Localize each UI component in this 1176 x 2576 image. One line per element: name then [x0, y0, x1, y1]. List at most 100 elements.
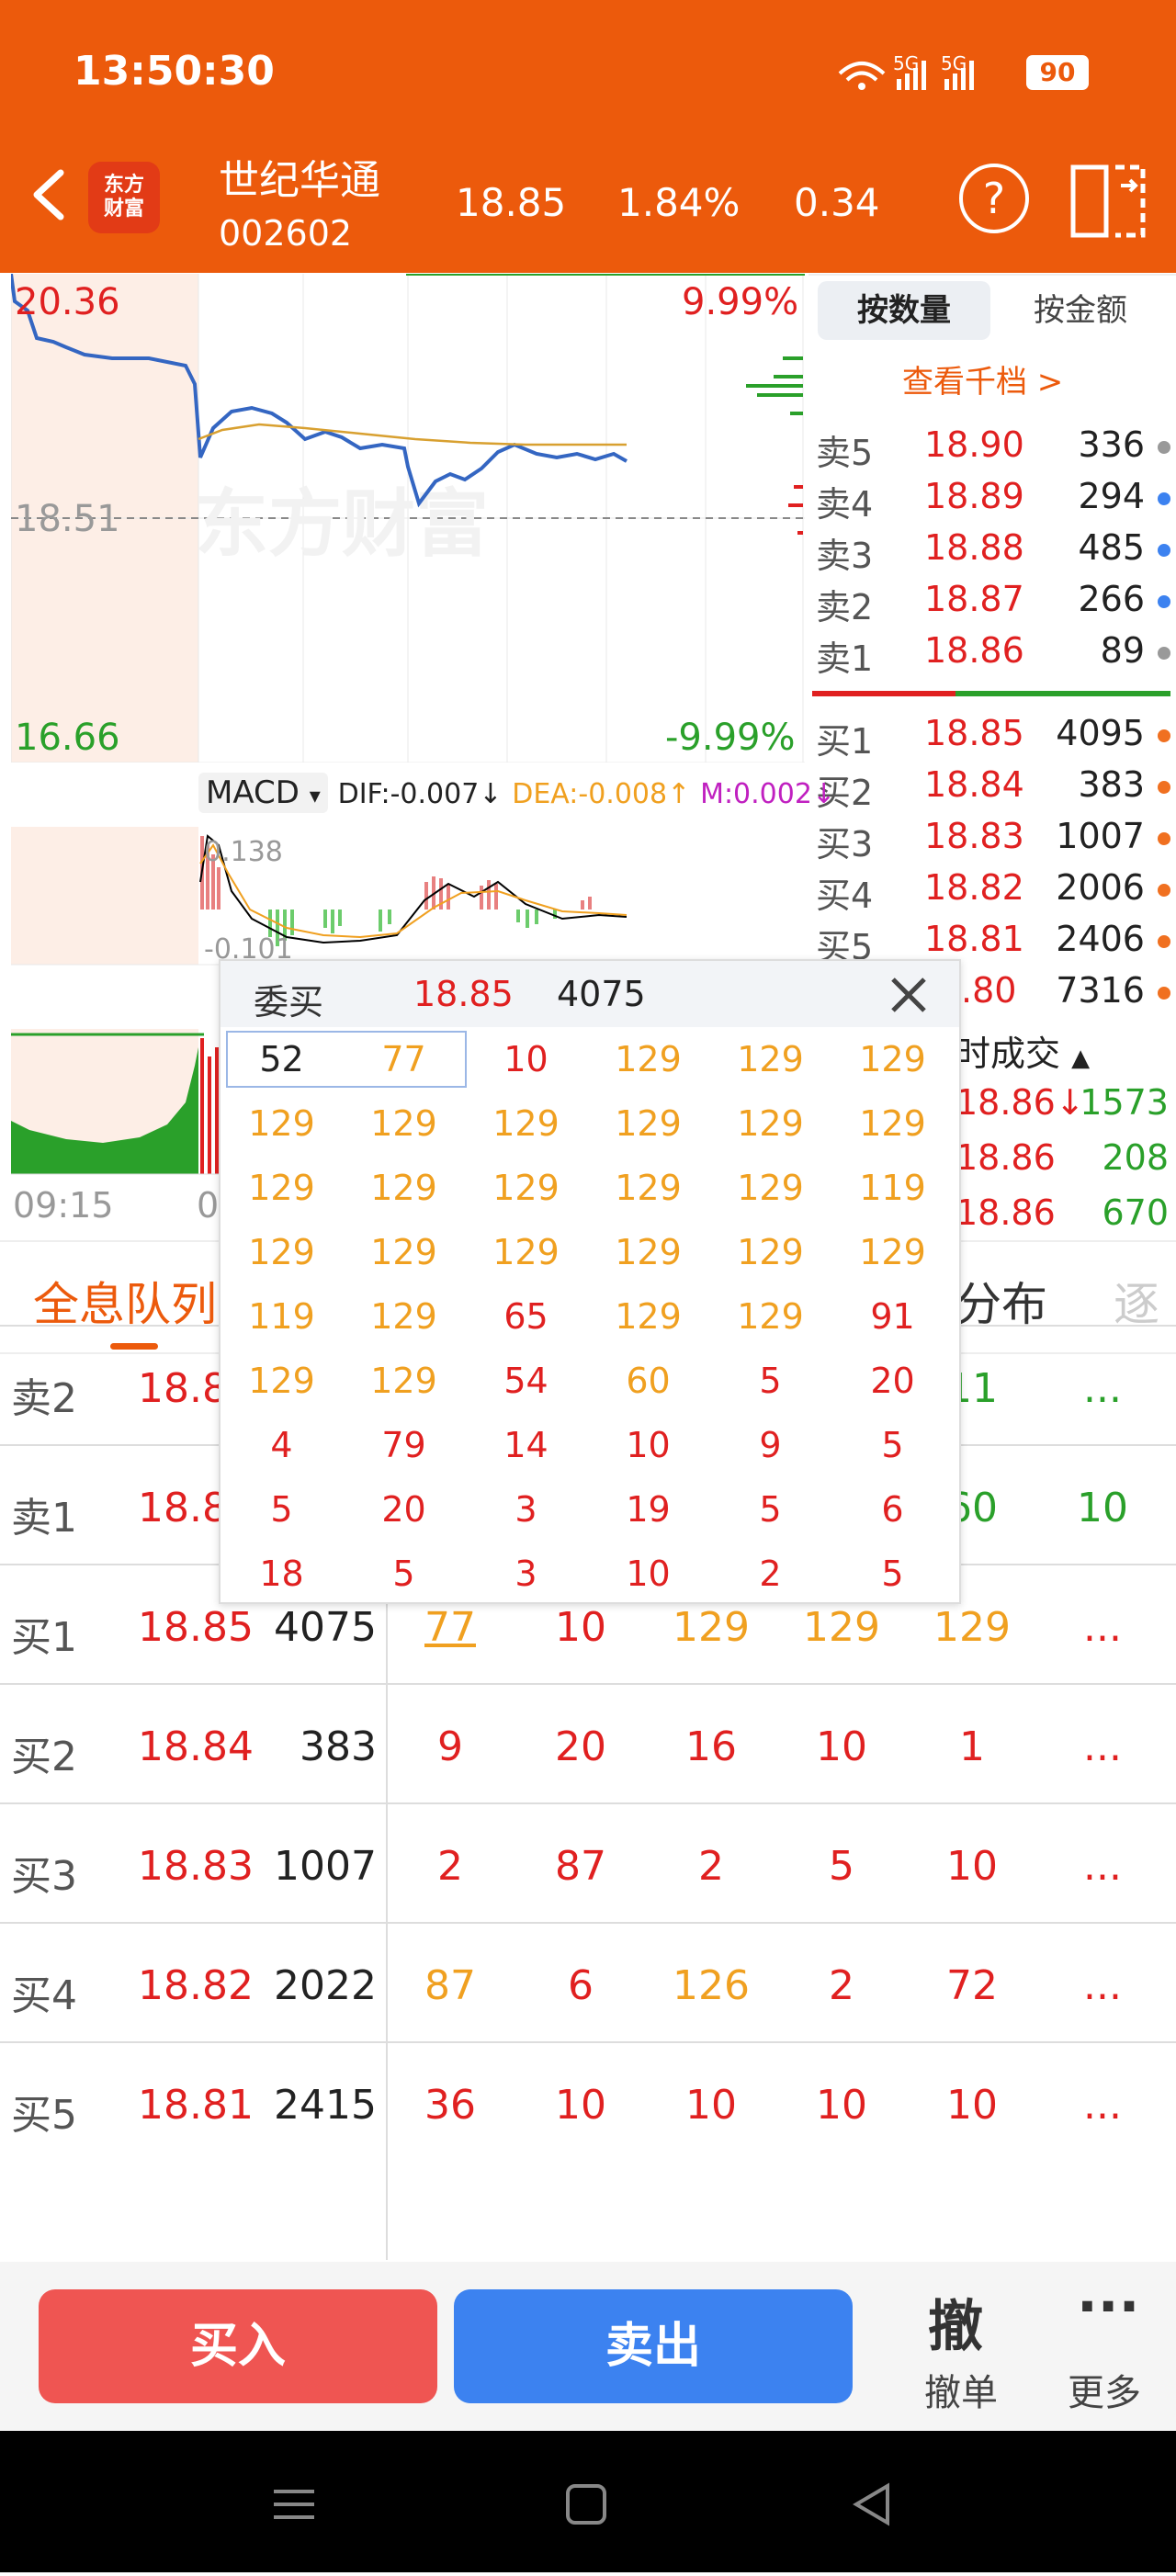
popup-order-cell[interactable]: 20	[343, 1477, 465, 1542]
queue-order-cell[interactable]: 126	[656, 1962, 766, 2009]
queue-order-cell[interactable]: ...	[1047, 1843, 1158, 1890]
popup-order-cell[interactable]: 52	[220, 1027, 343, 1091]
bids-level-2[interactable]: 买2 18.84 383	[816, 764, 1174, 814]
menu-icon[interactable]	[274, 2490, 314, 2519]
popup-order-cell[interactable]: 4	[220, 1413, 343, 1477]
bids-level-3[interactable]: 买3 18.83 1007	[816, 816, 1174, 865]
queue-order-cell[interactable]: ...	[1047, 1962, 1158, 2009]
back-arrow-icon[interactable]	[28, 167, 70, 222]
popup-order-cell[interactable]: 3	[465, 1477, 587, 1542]
asks-level-3[interactable]: 卖3 18.88 485	[816, 527, 1174, 577]
cancel-order-icon[interactable]: 撤	[928, 2282, 983, 2362]
popup-order-cell[interactable]: 9	[709, 1413, 831, 1477]
popup-order-cell[interactable]: 129	[465, 1156, 587, 1220]
asks-level-4[interactable]: 卖2 18.87 266	[816, 579, 1174, 628]
queue-order-cell[interactable]: 10	[656, 2082, 766, 2129]
asks-level-2[interactable]: 卖4 18.89 294	[816, 476, 1174, 525]
queue-order-cell[interactable]: ...	[1047, 1604, 1158, 1651]
queue-order-cell[interactable]: 5	[786, 1843, 897, 1890]
queue-order-cell[interactable]: 87	[395, 1962, 505, 2009]
popup-order-cell[interactable]: 3	[465, 1542, 587, 1606]
popup-order-cell[interactable]: 119	[831, 1156, 954, 1220]
popup-order-cell[interactable]: 5	[220, 1477, 343, 1542]
sell-button[interactable]: 卖出	[454, 2289, 853, 2403]
macd-indicator-bar[interactable]: MACD ▾ DIF:-0.007↓ DEA:-0.008↑ M:0.002↓	[198, 773, 835, 813]
queue-order-cell[interactable]: 36	[395, 2082, 505, 2129]
popup-order-cell[interactable]: 54	[465, 1349, 587, 1413]
more-label[interactable]: 更多	[1068, 2363, 1141, 2416]
cancel-order-label[interactable]: 撤单	[924, 2363, 998, 2416]
queue-order-cell[interactable]: 129	[917, 1604, 1027, 1651]
popup-order-cell[interactable]: 129	[220, 1156, 343, 1220]
popup-order-cell[interactable]: 129	[343, 1349, 465, 1413]
queue-order-cell[interactable]: 2	[786, 1962, 897, 2009]
queue-order-cell[interactable]: 129	[656, 1604, 766, 1651]
popup-order-cell[interactable]: 10	[465, 1027, 587, 1091]
popup-order-cell[interactable]: 60	[587, 1349, 709, 1413]
popup-order-cell[interactable]: 129	[587, 1284, 709, 1349]
help-icon[interactable]: ?	[959, 164, 1029, 233]
queue-order-cell[interactable]: ...	[1047, 1365, 1158, 1412]
queue-row[interactable]: 买3 18.83 1007 2 87 2 5 10...	[0, 1802, 1176, 1922]
queue-order-cell[interactable]: 10	[786, 2082, 897, 2129]
popup-order-cell[interactable]: 5	[343, 1542, 465, 1606]
popup-order-cell[interactable]: 5	[831, 1542, 954, 1606]
popup-order-cell[interactable]: 91	[831, 1284, 954, 1349]
queue-order-cell[interactable]: 9	[395, 1723, 505, 1770]
bids-level-1[interactable]: 买1 18.85 4095	[816, 713, 1174, 763]
popup-order-cell[interactable]: 5	[709, 1349, 831, 1413]
queue-order-cell[interactable]: 16	[656, 1723, 766, 1770]
bid-queue-popup[interactable]: 委买 18.85 4075 52 77 10 129 129 129 129 129 129 12…	[219, 959, 961, 1604]
asks-level-5[interactable]: 卖1 18.86 89	[816, 630, 1174, 680]
popup-order-cell[interactable]: 129	[587, 1156, 709, 1220]
queue-order-cell[interactable]: 2	[395, 1843, 505, 1890]
popup-order-cell[interactable]: 129	[343, 1284, 465, 1349]
queue-order-cell[interactable]: 1	[917, 1723, 1027, 1770]
tab-by-amount[interactable]: 按金额	[998, 281, 1163, 340]
popup-order-cell[interactable]: 79	[343, 1413, 465, 1477]
switch-layout-icon[interactable]	[1069, 164, 1147, 239]
popup-order-cell[interactable]: 5	[709, 1477, 831, 1542]
popup-order-cell[interactable]: 129	[709, 1156, 831, 1220]
popup-order-cell[interactable]: 129	[220, 1091, 343, 1156]
trades-title[interactable]: 时成交 ▲	[956, 1025, 1090, 1076]
popup-order-cell[interactable]: 65	[465, 1284, 587, 1349]
popup-order-cell[interactable]: 129	[709, 1027, 831, 1091]
queue-row[interactable]: 买2 18.84 383 9 20 16 10 1...	[0, 1683, 1176, 1802]
queue-order-cell[interactable]: ...	[1047, 1723, 1158, 1770]
macd-selector[interactable]: MACD ▾	[198, 773, 328, 813]
popup-order-cell[interactable]: 129	[587, 1027, 709, 1091]
popup-order-cell[interactable]: 129	[587, 1220, 709, 1284]
popup-order-cell[interactable]: 129	[343, 1091, 465, 1156]
popup-order-cell[interactable]: 129	[465, 1220, 587, 1284]
bids-level-4[interactable]: 买4 18.82 2006	[816, 867, 1174, 917]
popup-order-cell[interactable]: 129	[587, 1091, 709, 1156]
macd-chart[interactable]	[11, 827, 805, 974]
queue-order-cell[interactable]: 10	[917, 2082, 1027, 2129]
queue-order-cell[interactable]: 129	[786, 1604, 897, 1651]
popup-order-cell[interactable]: 129	[709, 1220, 831, 1284]
intraday-chart[interactable]: 东方财富	[9, 273, 805, 763]
popup-order-cell[interactable]: 2	[709, 1542, 831, 1606]
popup-order-cell[interactable]: 6	[831, 1477, 954, 1542]
stock-name[interactable]: 世纪华通	[219, 147, 380, 206]
back-icon[interactable]	[853, 2482, 889, 2526]
queue-order-cell[interactable]: 87	[526, 1843, 636, 1890]
popup-order-cell[interactable]: 5	[831, 1413, 954, 1477]
popup-order-cell[interactable]: 14	[465, 1413, 587, 1477]
home-icon[interactable]	[566, 2484, 606, 2525]
popup-order-cell[interactable]: 129	[831, 1027, 954, 1091]
popup-order-cell[interactable]: 20	[831, 1349, 954, 1413]
queue-order-cell[interactable]: 77	[395, 1604, 505, 1651]
close-icon[interactable]	[886, 972, 932, 1018]
view-1000-levels-link[interactable]: 查看千档 >	[902, 356, 1063, 401]
popup-order-cell[interactable]: 129	[220, 1220, 343, 1284]
queue-order-cell[interactable]: ...	[1047, 2082, 1158, 2129]
popup-order-cell[interactable]: 119	[220, 1284, 343, 1349]
popup-order-cell[interactable]: 10	[587, 1413, 709, 1477]
queue-order-cell[interactable]: 10	[917, 1843, 1027, 1890]
queue-row[interactable]: 买5 18.81 2415 36 10 10 10 10...	[0, 2041, 1176, 2161]
popup-order-cell[interactable]: 129	[709, 1091, 831, 1156]
popup-order-cell[interactable]: 77	[343, 1027, 465, 1091]
popup-order-cell[interactable]: 129	[831, 1220, 954, 1284]
